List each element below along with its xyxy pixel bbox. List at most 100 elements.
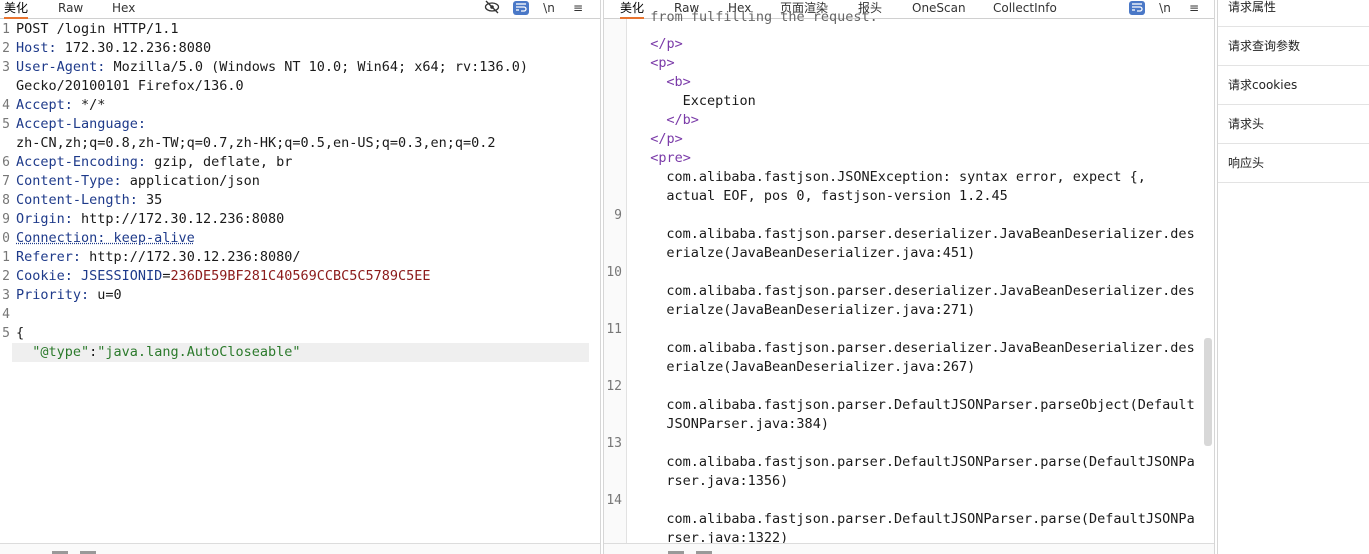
- response-line: JSONParser.java:384): [666, 416, 829, 432]
- response-tab-onescan[interactable]: OneScan: [912, 1, 966, 17]
- line-number: 5: [2, 117, 10, 132]
- line-number: 0: [2, 231, 10, 246]
- request-line: 2 Host: 172.30.12.236:8080: [0, 39, 600, 58]
- line-number: 2: [2, 269, 10, 284]
- request-line-text: Connection: keep-alive: [16, 229, 195, 248]
- side-item-request-cookies[interactable]: 请求cookies: [1218, 66, 1369, 105]
- request-line-text: {: [16, 324, 24, 343]
- request-line-text: Priority: u=0: [16, 286, 122, 305]
- code-token: Content-Type:: [16, 173, 130, 189]
- response-tab-pretty[interactable]: 美化: [620, 1, 645, 19]
- response-line: erialze(JavaBeanDeserializer.java:267): [666, 359, 976, 375]
- response-line: Exception: [682, 93, 756, 109]
- line-number: 4: [2, 98, 10, 113]
- request-line-text: User-Agent: Mozilla/5.0 (Windows NT 10.0…: [16, 58, 528, 77]
- code-token: POST /login HTTP/1.1: [16, 21, 179, 37]
- line-number: 9: [614, 208, 622, 223]
- line-number: 14: [606, 493, 622, 508]
- line-number: 11: [606, 322, 622, 337]
- line-number: 7: [2, 174, 10, 189]
- response-scrollbar[interactable]: [1204, 338, 1212, 446]
- line-number: 3: [2, 288, 10, 303]
- code-token: Accept-Language:: [16, 116, 147, 132]
- response-line: com.alibaba.fastjson.parser.DefaultJSONP…: [666, 454, 1195, 470]
- response-line: com.alibaba.fastjson.parser.deserializer…: [666, 340, 1195, 356]
- response-line: </p>: [650, 36, 683, 52]
- request-line: 4: [0, 305, 600, 324]
- newline-icon[interactable]: \n: [540, 0, 558, 16]
- request-bottom-bar: [0, 543, 600, 554]
- response-tab-collectinfo[interactable]: CollectInfo: [993, 1, 1057, 17]
- request-line: 1 Referer: http://172.30.12.236:8080/: [0, 248, 600, 267]
- code-token: Gecko/20100101 Firefox/136.0: [16, 78, 244, 94]
- side-item-response-headers[interactable]: 响应头: [1218, 144, 1369, 183]
- line-number: 12: [606, 379, 622, 394]
- code-token: Connection: keep-alive: [16, 230, 195, 246]
- hide-eye-off-icon[interactable]: [483, 0, 501, 16]
- request-line-text: POST /login HTTP/1.1: [16, 20, 179, 39]
- response-line: <pre>: [650, 150, 691, 166]
- code-token: gzip, deflate, br: [154, 154, 293, 170]
- response-editor[interactable]: 9 10 11 12 13 14 from fulfilling the request. <…: [604, 9, 1214, 546]
- request-line: 3 Priority: u=0: [0, 286, 600, 305]
- request-pane: 美化 Raw Hex \n ≡ 1 POST /login HTTP/1.1 2 Ho…: [0, 0, 601, 554]
- side-item-query-params[interactable]: 请求查询参数: [1218, 27, 1369, 66]
- request-line: 5 Accept-Language:: [0, 115, 600, 134]
- response-line: </p>: [650, 131, 683, 147]
- request-tab-raw[interactable]: Raw: [58, 1, 83, 17]
- request-line: "@type":"java.lang.AutoCloseable": [12, 343, 589, 362]
- code-token: Origin:: [16, 211, 82, 227]
- response-line: com.alibaba.fastjson.parser.DefaultJSONP…: [666, 397, 1195, 413]
- request-line: 9 Origin: http://172.30.12.236:8080: [0, 210, 600, 229]
- request-line-text: "@type":"java.lang.AutoCloseable": [16, 343, 301, 362]
- response-line: com.alibaba.fastjson.parser.deserializer…: [666, 283, 1195, 299]
- request-line-text: Referer: http://172.30.12.236:8080/: [16, 248, 300, 267]
- code-token: 172.30.12.236:8080: [64, 40, 212, 56]
- request-tab-bar: 美化 Raw Hex \n ≡: [0, 0, 600, 19]
- request-line: 7 Content-Type: application/json: [0, 172, 600, 191]
- request-line: 3 User-Agent: Mozilla/5.0 (Windows NT 10.…: [0, 58, 600, 77]
- response-line: com.alibaba.fastjson.parser.deserializer…: [666, 226, 1195, 242]
- line-number: 13: [606, 436, 622, 451]
- request-tab-pretty[interactable]: 美化: [4, 1, 29, 19]
- code-token: JSESSIONID: [81, 268, 163, 284]
- response-pane: 美化 Raw Hex 页面渲染 报头 OneScan CollectInfo \…: [603, 0, 1215, 554]
- request-line-text: Host: 172.30.12.236:8080: [16, 39, 211, 58]
- line-number: 3: [2, 60, 10, 75]
- newline-icon[interactable]: \n: [1156, 0, 1174, 16]
- code-token: */*: [81, 97, 106, 113]
- request-line: 2 Cookie: JSESSIONID=236DE59BF281C40569CC…: [0, 267, 600, 286]
- request-editor[interactable]: 1 POST /login HTTP/1.1 2 Host: 172.30.12.23…: [0, 19, 600, 544]
- code-token: 35: [146, 192, 163, 208]
- side-item-request-headers[interactable]: 请求头: [1218, 105, 1369, 144]
- menu-icon[interactable]: ≡: [1185, 0, 1203, 16]
- line-number: 5: [2, 326, 10, 341]
- code-token: Content-Length:: [16, 192, 147, 208]
- menu-icon[interactable]: ≡: [569, 0, 587, 16]
- wrap-icon[interactable]: [513, 1, 529, 15]
- response-line: com.alibaba.fastjson.parser.DefaultJSONP…: [666, 511, 1195, 527]
- response-line: from fulfilling the request.: [650, 9, 878, 25]
- code-token: Cookie:: [16, 268, 82, 284]
- code-token: "java.lang.AutoCloseable": [97, 344, 301, 360]
- response-line: actual EOF, pos 0, fastjson-version 1.2.…: [666, 188, 1008, 204]
- side-item-request-attributes[interactable]: 请求属性: [1218, 0, 1369, 27]
- request-line-text: Gecko/20100101 Firefox/136.0: [16, 77, 244, 96]
- response-line: erialze(JavaBeanDeserializer.java:271): [666, 302, 976, 318]
- request-tab-hex[interactable]: Hex: [112, 1, 135, 17]
- response-line: erialze(JavaBeanDeserializer.java:451): [666, 245, 976, 261]
- response-line: rser.java:1356): [666, 473, 789, 489]
- request-line: 6 Accept-Encoding: gzip, deflate, br: [0, 153, 600, 172]
- code-token: application/json: [129, 173, 260, 189]
- request-line-text: Cookie: JSESSIONID=236DE59BF281C40569CCB…: [16, 267, 431, 286]
- code-token: {: [16, 325, 25, 341]
- code-token: User-Agent:: [16, 59, 114, 75]
- wrap-icon[interactable]: [1129, 1, 1145, 15]
- code-token: Mozilla/5.0 (Windows NT 10.0; Win64; x64…: [113, 59, 529, 75]
- request-line: 4 Accept: */*: [0, 96, 600, 115]
- code-token: 236DE59BF281C40569CCBC5C5789C5EE: [170, 268, 431, 284]
- response-bottom-bar: [604, 543, 1214, 554]
- request-line-text: Accept: */*: [16, 96, 105, 115]
- request-line-text: Accept-Encoding: gzip, deflate, br: [16, 153, 292, 172]
- request-line-text: Content-Type: application/json: [16, 172, 260, 191]
